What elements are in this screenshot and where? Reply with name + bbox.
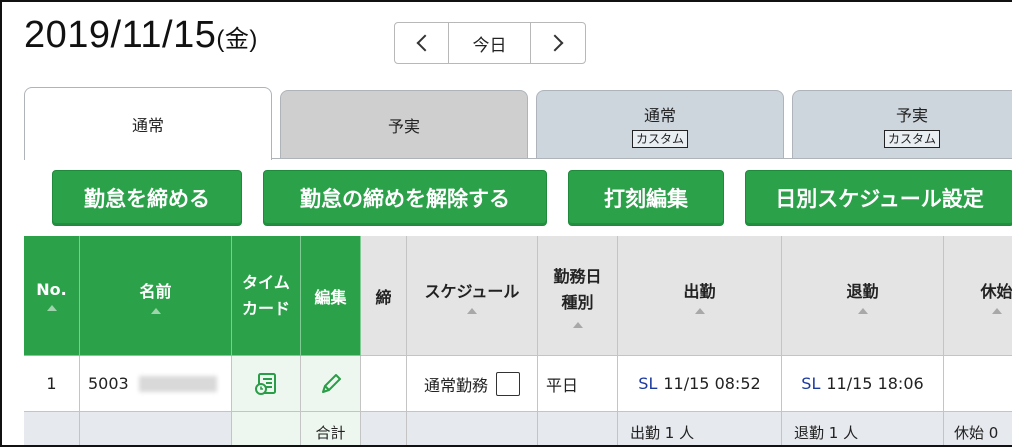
summary-break-start: 休始 0: [944, 412, 1012, 445]
employee-code: 5003: [88, 374, 129, 393]
timecard-icon: [255, 372, 276, 395]
edit-cell[interactable]: [301, 356, 361, 412]
header-label: No.: [36, 280, 67, 299]
clock-in-cell[interactable]: SL 11/15 08:52: [618, 356, 782, 412]
header-label: 出勤: [683, 281, 716, 301]
date-nav: 今日: [394, 22, 586, 64]
schedule-checkbox[interactable]: [496, 371, 520, 396]
break-start-cell: [944, 356, 1012, 412]
col-header-clock-out[interactable]: 退勤: [782, 236, 944, 356]
tab-plan-actual[interactable]: 予実: [280, 90, 528, 159]
clock-out-time: 11/15 18:06: [826, 374, 924, 393]
source-tag: SL: [638, 374, 658, 393]
summary-no-cell: [24, 412, 80, 445]
chevron-left-icon: [416, 34, 433, 52]
sort-icon: [694, 307, 705, 314]
col-header-edit: 編集: [301, 236, 361, 356]
closed-cell: [361, 356, 407, 412]
summary-schedule-cell: [407, 412, 538, 445]
header-label: 退勤: [846, 281, 879, 301]
redacted-name: [138, 375, 217, 392]
tab-label: 通常: [131, 116, 164, 135]
tab-label: 通常: [643, 106, 676, 125]
col-header-clock-in[interactable]: 出勤: [618, 236, 782, 356]
summary-closed-cell: [361, 412, 407, 445]
schedule-text: 通常勤務: [423, 375, 488, 395]
daily-schedule-button[interactable]: 日別スケジュール設定: [745, 170, 1012, 226]
header-label: カード: [241, 298, 290, 318]
tab-normal-custom[interactable]: 通常 カスタム: [536, 90, 784, 159]
row-no: 1: [24, 356, 80, 412]
pencil-icon: [321, 373, 341, 393]
col-header-break-start[interactable]: 休始: [944, 236, 1012, 356]
attendance-screen: 2019/11/15(金) 今日 通常 予実 通常 カスタム 予実 カスタム 勤…: [0, 0, 1012, 447]
summary-timecard-cell: [232, 412, 301, 445]
tab-divider: [272, 158, 1012, 159]
day-type-cell: 平日: [538, 356, 618, 412]
summary-daytype-cell: [538, 412, 618, 445]
clock-in-time: 11/15 08:52: [663, 374, 761, 393]
source-tag: SL: [801, 374, 821, 393]
col-header-no[interactable]: No.: [24, 236, 80, 356]
chevron-right-icon: [546, 34, 564, 52]
header-label: 休始: [980, 281, 1012, 301]
page-title: 2019/11/15(金): [24, 14, 258, 57]
header-label: 締: [375, 287, 392, 307]
header-label: タイム: [242, 272, 290, 292]
header-label: 名前: [139, 281, 172, 301]
tab-label: 予実: [387, 117, 420, 136]
col-header-day-type[interactable]: 勤務日 種別: [538, 236, 618, 356]
attendance-table: No. 名前 タイム カード 編集 締 スケジュール 勤務日 種別 出勤 退勤 …: [24, 236, 1012, 445]
col-header-closed: 締: [361, 236, 407, 356]
sort-icon: [857, 307, 868, 314]
prev-day-button[interactable]: [395, 23, 449, 63]
sort-icon: [46, 305, 57, 311]
header-label: 勤務日: [553, 266, 602, 286]
close-attendance-button[interactable]: 勤怠を締める: [52, 170, 242, 226]
custom-badge: カスタム: [883, 130, 940, 148]
clock-out-cell[interactable]: SL 11/15 18:06: [782, 356, 944, 412]
release-close-button[interactable]: 勤怠の締めを解除する: [263, 170, 547, 226]
custom-badge: カスタム: [631, 130, 688, 148]
schedule-cell: 通常勤務: [407, 356, 538, 412]
summary-name-cell: [80, 412, 232, 445]
summary-clock-in: 出勤 1 人: [618, 412, 782, 445]
sort-icon: [572, 321, 583, 328]
sort-icon: [150, 307, 161, 314]
view-tabs: 通常 予実 通常 カスタム 予実 カスタム: [24, 87, 1012, 160]
weekday-text: (金): [216, 26, 258, 53]
tab-label: 予実: [895, 106, 928, 125]
tab-normal[interactable]: 通常: [24, 87, 272, 160]
next-day-button[interactable]: [531, 23, 585, 63]
timecard-cell[interactable]: [232, 356, 301, 412]
col-header-timecard: タイム カード: [232, 236, 301, 356]
summary-label: 合計: [301, 412, 361, 445]
sort-icon: [467, 307, 477, 314]
col-header-schedule[interactable]: スケジュール: [407, 236, 538, 356]
tab-plan-actual-custom[interactable]: 予実 カスタム: [792, 90, 1012, 159]
col-header-name[interactable]: 名前: [80, 236, 232, 356]
date-text: 2019/11/15: [24, 14, 217, 56]
header-label: スケジュール: [424, 281, 520, 301]
header-label: 編集: [314, 287, 347, 307]
edit-punch-button[interactable]: 打刻編集: [568, 170, 724, 226]
summary-clock-out: 退勤 1 人: [782, 412, 944, 445]
row-name[interactable]: 5003: [80, 356, 232, 412]
header-label: 種別: [561, 292, 594, 312]
sort-icon: [991, 307, 1002, 314]
today-button[interactable]: 今日: [449, 23, 531, 63]
